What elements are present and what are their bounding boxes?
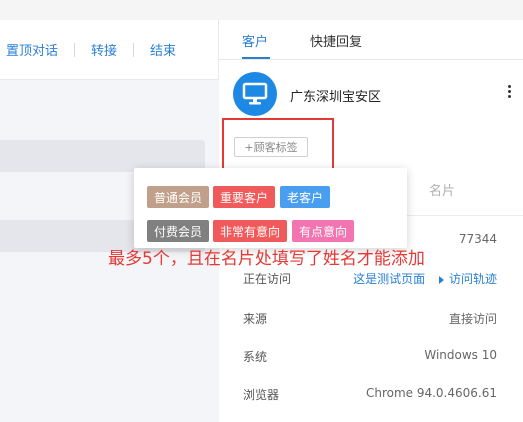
chat-toolbar: 置顶对话 转接 结束 bbox=[0, 20, 219, 80]
more-vertical-icon[interactable] bbox=[507, 84, 511, 100]
transfer-button[interactable]: 转接 bbox=[91, 40, 117, 59]
current-page-link[interactable]: 这是测试页面 bbox=[353, 272, 425, 286]
tag-chip[interactable]: 付费会员 bbox=[147, 220, 210, 242]
active-tab-indicator bbox=[242, 57, 270, 59]
toolbar-divider bbox=[74, 42, 76, 57]
info-row-system: 系统 Windows 10 bbox=[219, 348, 523, 368]
tag-chip[interactable]: 非常有意向 bbox=[213, 220, 288, 242]
browser-label: 浏览器 bbox=[243, 388, 280, 402]
toolbar-divider bbox=[133, 42, 135, 57]
tab-quick-reply[interactable]: 快捷回复 bbox=[310, 31, 362, 50]
customer-avatar bbox=[233, 72, 277, 116]
highlight-box bbox=[222, 118, 334, 170]
pin-chat-button[interactable]: 置顶对话 bbox=[6, 40, 58, 59]
visit-track-link[interactable]: 访问轨迹 bbox=[438, 272, 497, 286]
visiting-value: 这是测试页面 访问轨迹 bbox=[353, 270, 497, 287]
system-value: Windows 10 bbox=[424, 348, 497, 362]
monitor-icon bbox=[242, 82, 268, 105]
info-row-browser: 浏览器 Chrome 94.0.4606.61 bbox=[219, 386, 523, 406]
tag-chip[interactable]: 老客户 bbox=[280, 186, 331, 208]
end-chat-button[interactable]: 结束 bbox=[150, 40, 176, 59]
source-label: 来源 bbox=[243, 312, 268, 326]
triangle-right-icon bbox=[438, 275, 444, 284]
system-label: 系统 bbox=[243, 350, 268, 364]
visiting-label: 正在访问 bbox=[243, 272, 292, 286]
tag-chip[interactable]: 有点意向 bbox=[292, 220, 355, 242]
source-value: 直接访问 bbox=[448, 312, 497, 326]
info-row-source: 来源 直接访问 bbox=[219, 310, 523, 330]
customer-tag-popup: 普通会员 重要客户 老客户 付费会员 非常有意向 有点意向 bbox=[134, 168, 407, 248]
annotation-text: 最多5个，且在名片处填写了姓名才能添加 bbox=[108, 249, 425, 269]
tab-business-card[interactable]: 名片 bbox=[429, 180, 455, 199]
tag-chip[interactable]: 重要客户 bbox=[213, 186, 276, 208]
window-top-strip bbox=[0, 0, 523, 20]
panel-tabs: 客户 快捷回复 bbox=[219, 20, 523, 60]
tab-customer[interactable]: 客户 bbox=[242, 31, 268, 50]
tag-chip[interactable]: 普通会员 bbox=[147, 186, 210, 208]
customer-id-value: 77344 bbox=[458, 232, 497, 246]
browser-value: Chrome 94.0.4606.61 bbox=[365, 386, 497, 400]
visit-track-label: 访问轨迹 bbox=[448, 272, 497, 286]
info-row-visiting: 正在访问 这是测试页面 访问轨迹 bbox=[219, 270, 523, 290]
customer-region: 广东深圳宝安区 bbox=[290, 90, 382, 105]
